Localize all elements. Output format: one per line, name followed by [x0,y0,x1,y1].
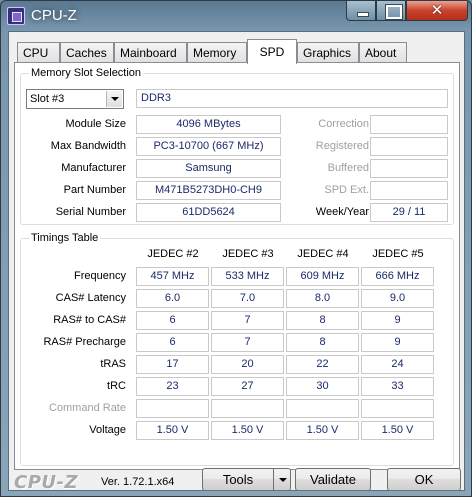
maximize-button[interactable] [376,1,406,21]
module-size-label: Module Size [65,118,126,130]
timing-cell: 7 [211,333,284,352]
correction-value [370,115,448,134]
memory-type-field: DDR3 [136,89,448,108]
timing-cell: 533 MHz [211,267,284,286]
timing-cell: 17 [136,355,209,374]
timing-cell: 23 [136,377,209,396]
timing-row-label: Command Rate [48,402,126,414]
timing-cell: 9.0 [361,289,434,308]
timing-cell [136,399,209,418]
timing-cell: 8 [286,333,359,352]
timings-col-header: JEDEC #4 [297,248,349,260]
cpuz-logo: CPU-Z [14,472,79,493]
timings-group-title: Timings Table [29,232,101,244]
tools-button[interactable]: Tools [202,468,274,491]
timing-cell: 24 [361,355,434,374]
cpuz-app-icon [7,7,25,25]
cpuz-window: CPU-Z ✕ CPU Caches Mainboard Memory SPD … [0,0,472,497]
max-bandwidth-value: PC3-10700 (667 MHz) [136,137,281,156]
timing-cell: 27 [211,377,284,396]
timings-col-header: JEDEC #3 [222,248,274,260]
chevron-down-icon[interactable] [106,91,122,107]
close-button[interactable]: ✕ [406,1,468,21]
timing-row-label: tRC [107,380,126,392]
timing-cell: 457 MHz [136,267,209,286]
module-size-value: 4096 MBytes [136,115,281,134]
spd-ext-value [370,181,448,200]
timing-cell: 33 [361,377,434,396]
timing-cell: 9 [361,311,434,330]
client-area: CPU Caches Mainboard Memory SPD Graphics… [8,31,465,493]
timing-cell: 666 MHz [361,267,434,286]
tab-mainboard[interactable]: Mainboard [114,42,187,63]
timing-row-label: tRAS [100,358,126,370]
timing-cell [361,399,434,418]
window-title: CPU-Z [31,7,77,24]
timing-cell: 609 MHz [286,267,359,286]
version-label: Ver. 1.72.1.x64 [101,476,175,488]
timing-cell: 8 [286,311,359,330]
tab-spd[interactable]: SPD [247,39,297,64]
timing-cell: 8.0 [286,289,359,308]
timing-cell: 1.50 V [211,421,284,440]
ok-button[interactable]: OK [387,468,461,491]
week-year-label: Week/Year [315,206,369,218]
timing-cell: 1.50 V [361,421,434,440]
timing-cell: 6.0 [136,289,209,308]
serial-number-value: 61DD5624 [136,203,281,222]
timing-cell: 30 [286,377,359,396]
tab-memory[interactable]: Memory [187,42,247,63]
tab-caches[interactable]: Caches [60,42,114,63]
spd-panel: Memory Slot Selection Slot #3 DDR3 Modul… [14,62,460,470]
timing-cell: 1.50 V [286,421,359,440]
tab-about[interactable]: About [359,42,407,63]
minimize-button[interactable] [346,1,376,21]
correction-label: Correction [318,118,369,130]
timing-row-label: Voltage [89,424,126,436]
timing-row-label: RAS# to CAS# [53,314,126,326]
timings-col-header: JEDEC #2 [147,248,199,260]
tools-dropdown-button[interactable] [273,468,291,491]
timing-cell: 6 [136,311,209,330]
timing-row-label: Frequency [74,270,126,282]
week-year-value: 29 / 11 [370,203,448,222]
timing-cell [286,399,359,418]
timings-col-header: JEDEC #5 [372,248,424,260]
registered-label: Registered [315,140,369,152]
buffered-label: Buffered [327,162,369,174]
manufacturer-value: Samsung [136,159,281,178]
close-icon: ✕ [430,1,444,19]
spd-ext-label: SPD Ext. [324,184,369,196]
timing-cell [211,399,284,418]
tab-graphics[interactable]: Graphics [297,42,359,63]
timing-cell: 6 [136,333,209,352]
serial-number-label: Serial Number [55,206,126,218]
timing-cell: 22 [286,355,359,374]
tab-cpu[interactable]: CPU [17,42,60,63]
timing-row-label: RAS# Precharge [43,336,126,348]
slot-select-value: Slot #3 [30,93,65,105]
part-number-label: Part Number [63,184,126,196]
timings-group: Timings Table JEDEC #2 JEDEC #3 JEDEC #4… [20,232,454,466]
validate-button[interactable]: Validate [295,468,371,491]
manufacturer-label: Manufacturer [61,162,126,174]
timing-cell: 7.0 [211,289,284,308]
title-bar[interactable]: CPU-Z ✕ [1,1,471,31]
part-number-value: M471B5273DH0-CH9 [136,181,281,200]
timing-cell: 9 [361,333,434,352]
memory-slot-group: Memory Slot Selection Slot #3 DDR3 Modul… [20,67,454,225]
buffered-value [370,159,448,178]
timing-cell: 1.50 V [136,421,209,440]
timing-row-label: CAS# Latency [55,292,126,304]
timing-cell: 7 [211,311,284,330]
timing-cell: 20 [211,355,284,374]
max-bandwidth-label: Max Bandwidth [50,140,126,152]
registered-value [370,137,448,156]
slot-select[interactable]: Slot #3 [26,89,124,109]
memory-slot-group-title: Memory Slot Selection [29,67,144,79]
